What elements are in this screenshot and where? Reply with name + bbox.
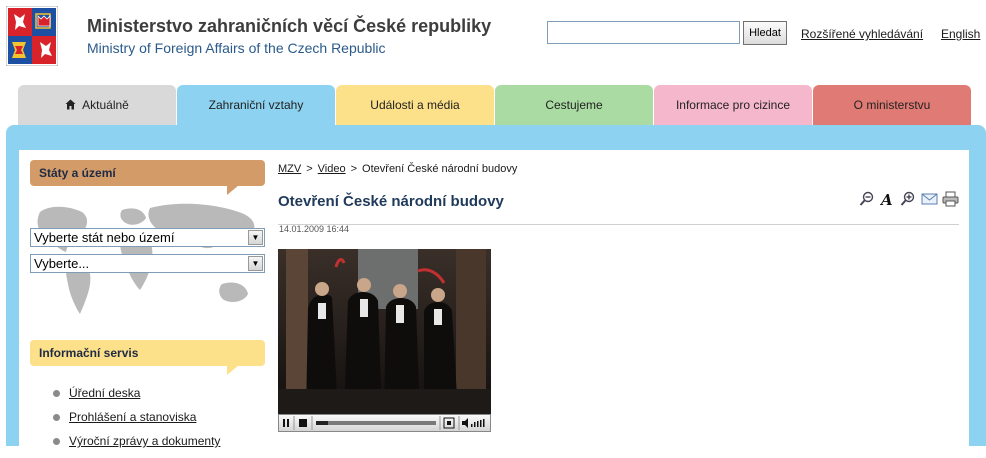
video-player[interactable] [278, 249, 491, 414]
country-select-value: Vyberte stát nebo území [34, 230, 175, 245]
breadcrumb-separator: > [350, 163, 358, 175]
link-prohlaseni[interactable]: Prohlášení a stanoviska [69, 410, 196, 424]
chevron-down-icon[interactable]: ▼ [248, 256, 263, 271]
list-item[interactable]: Úřední deska [53, 386, 220, 410]
volume-icon[interactable] [462, 418, 485, 428]
category-select[interactable]: Vyberte... ▼ [30, 254, 265, 273]
link-uredni-deska[interactable]: Úřední deska [69, 386, 140, 400]
tab-label: Aktuálně [82, 98, 129, 112]
country-select[interactable]: Vyberte stát nebo území ▼ [30, 228, 265, 247]
list-item[interactable]: Výroční zprávy a dokumenty [53, 434, 220, 458]
info-heading: Informační servis [30, 340, 265, 375]
email-icon[interactable] [921, 191, 938, 210]
category-select-value: Vyberte... [34, 256, 90, 271]
chevron-down-icon[interactable]: ▼ [248, 230, 263, 245]
states-heading-label: Státy a území [39, 166, 116, 180]
tab-label: Zahraniční vztahy [208, 98, 304, 112]
tab-informace-pro-cizince[interactable]: Informace pro cizince [654, 85, 812, 125]
heading-tail [227, 185, 239, 195]
advanced-search-link[interactable]: Rozšířené vyhledávání [801, 27, 923, 41]
print-icon[interactable] [942, 191, 959, 211]
zoom-out-icon[interactable] [859, 191, 875, 211]
ministry-title-czech: Ministerstvo zahraničních věcí České rep… [87, 16, 492, 36]
seek-bar[interactable] [316, 421, 436, 425]
stop-icon[interactable] [299, 419, 307, 427]
breadcrumb-video[interactable]: Video [318, 163, 346, 175]
video-controls [278, 414, 491, 432]
tab-label: Informace pro cizince [675, 98, 791, 112]
tab-o-ministerstvu[interactable]: O ministerstvu [813, 85, 971, 125]
tab-zahranicni-vztahy[interactable]: Zahraniční vztahy [177, 85, 335, 127]
english-language-link[interactable]: English [941, 27, 980, 41]
breadcrumb-separator: > [306, 163, 313, 175]
page-title: Otevření České národní budovy [278, 193, 504, 210]
tab-aktualne[interactable]: Aktuálně [18, 85, 176, 125]
font-size-icon[interactable]: A [879, 191, 894, 211]
coat-of-arms-logo [6, 6, 58, 66]
states-heading: Státy a území [30, 160, 265, 195]
tab-label: Události a média [370, 98, 460, 112]
pause-icon[interactable] [283, 419, 289, 427]
zoom-in-icon[interactable] [900, 191, 916, 211]
svg-text:A: A [880, 191, 893, 207]
info-heading-label: Informační servis [39, 346, 139, 360]
divider [278, 224, 959, 225]
info-links-list: Úřední deska Prohlášení a stanoviska Výr… [53, 386, 220, 458]
video-frame-image [278, 249, 491, 414]
breadcrumb-mzv[interactable]: MZV [278, 163, 301, 175]
list-item[interactable]: Prohlášení a stanoviska [53, 410, 220, 434]
tab-label: Cestujeme [545, 98, 603, 112]
breadcrumb: MZV > Video > Otevření České národní budovy [278, 163, 517, 175]
search-input[interactable] [547, 21, 740, 44]
fullscreen-icon[interactable] [443, 417, 455, 429]
heading-tail [227, 365, 239, 375]
search-button[interactable]: Hledat [743, 21, 787, 45]
tab-label: O ministerstvu [853, 98, 931, 112]
ministry-title-english: Ministry of Foreign Affairs of the Czech… [87, 40, 386, 56]
home-icon [65, 99, 76, 110]
tab-udalosti-a-media[interactable]: Události a média [336, 85, 494, 125]
publish-date: 14.01.2009 16:44 [279, 224, 350, 234]
tab-cestujeme[interactable]: Cestujeme [495, 85, 653, 125]
breadcrumb-current: Otevření České národní budovy [362, 163, 518, 175]
